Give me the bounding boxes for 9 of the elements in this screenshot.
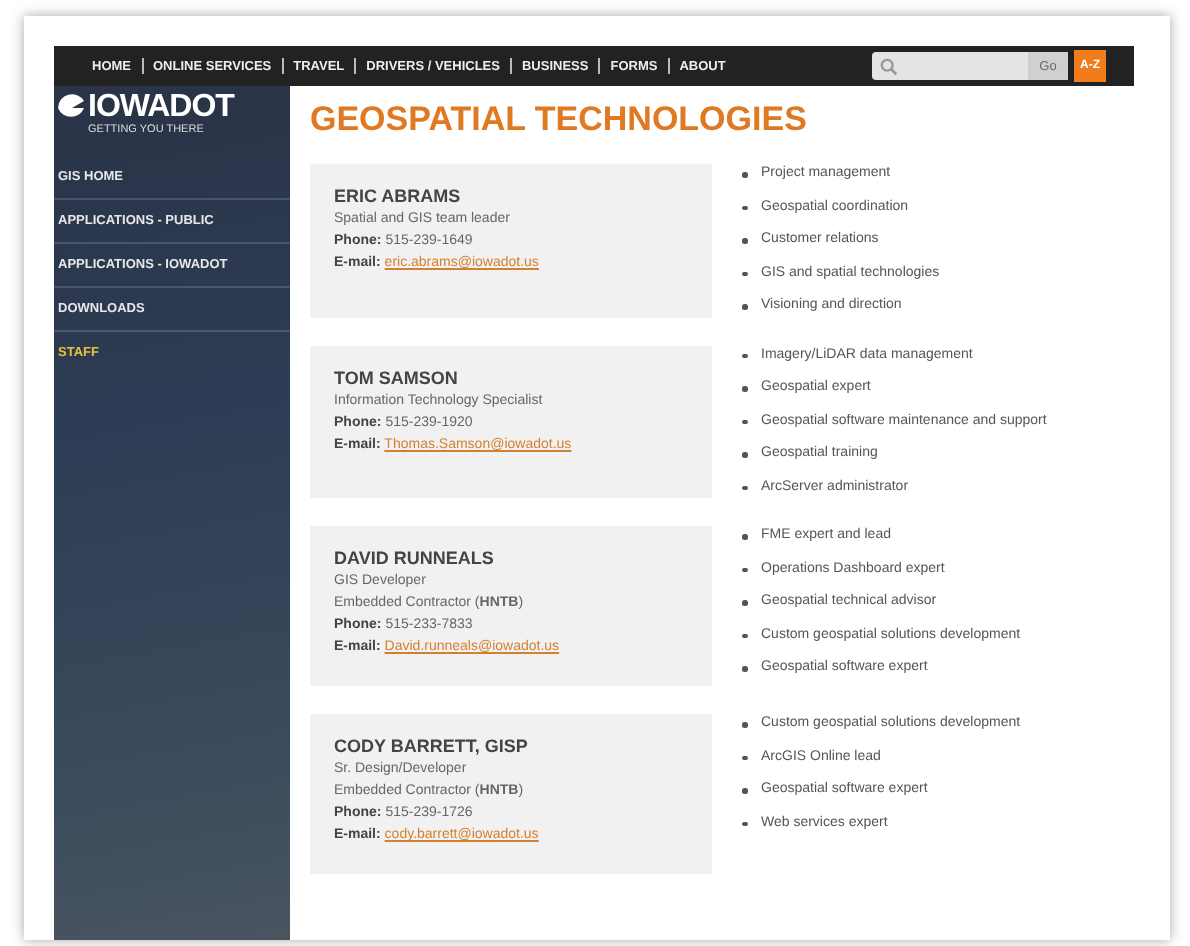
staff-name: CODY BARRETT, GISP xyxy=(334,736,528,756)
staff-name: DAVID RUNNEALS xyxy=(334,548,494,568)
staff-name: ERIC ABRAMS xyxy=(334,186,461,206)
search-icon xyxy=(880,57,898,75)
logo-text: IOWADOT xyxy=(88,92,234,124)
page-title: GEOSPATIAL TECHNOLOGIES xyxy=(310,100,807,140)
logo-icon xyxy=(54,94,86,122)
staff-name: TOM SAMSON xyxy=(334,367,458,387)
search-field[interactable] xyxy=(872,52,1028,80)
